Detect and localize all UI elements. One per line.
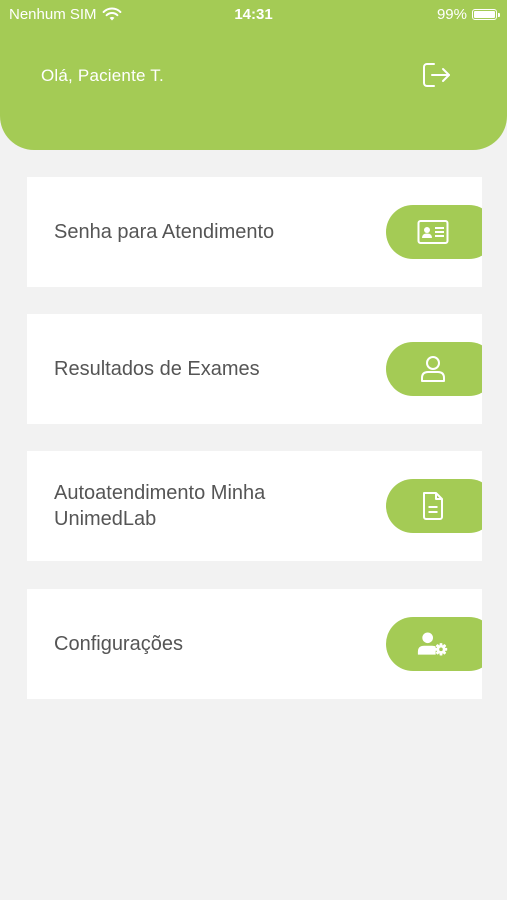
menu-card-autoatendimento[interactable]: Autoatendimento Minha UnimedLab (27, 451, 482, 561)
status-bar: Nenhum SIM 14:31 99% (0, 0, 507, 30)
menu-card-senha-atendimento[interactable]: Senha para Atendimento (27, 177, 482, 287)
battery-percentage: 99% (436, 6, 467, 23)
battery-level-fill (474, 11, 495, 18)
logout-icon (423, 63, 450, 87)
greeting-text: Olá, Paciente T. (41, 66, 164, 85)
user-icon (417, 354, 449, 384)
id-card-icon (417, 217, 449, 247)
menu-card-label: Resultados de Exames (54, 358, 260, 380)
menu-card-label: Autoatendimento Minha UnimedLab (54, 482, 266, 530)
document-icon (417, 491, 449, 521)
user-settings-icon (417, 629, 449, 659)
menu-card-configuracoes[interactable]: Configurações (27, 589, 482, 699)
menu-card-label: Configurações (54, 633, 183, 655)
status-time: 14:31 (234, 6, 273, 23)
menu-card-resultados-exames[interactable]: Resultados de Exames (27, 314, 482, 424)
menu-card-label: Senha para Atendimento (54, 221, 275, 243)
status-battery: 99% (436, 6, 500, 23)
battery-icon (472, 9, 500, 20)
logout-button[interactable] (420, 60, 454, 90)
header-bar: Nenhum SIM 14:31 99% Olá, Paciente T. (0, 0, 507, 150)
